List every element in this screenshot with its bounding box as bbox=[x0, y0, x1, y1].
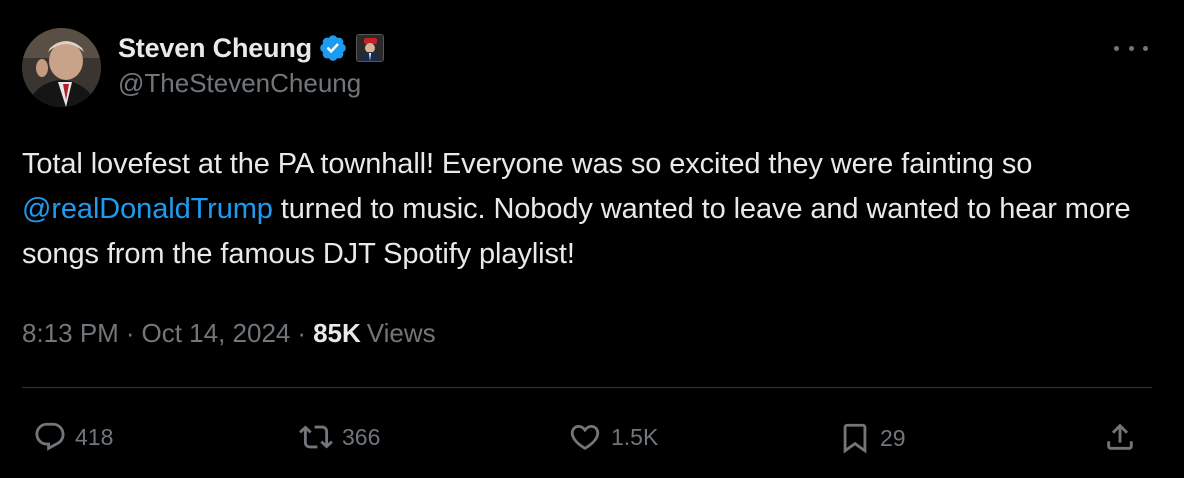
views-label: Views bbox=[366, 318, 436, 348]
tweet-meta: 8:13 PM · Oct 14, 2024 · 85K Views bbox=[22, 318, 436, 349]
handle[interactable]: @TheStevenCheung bbox=[118, 68, 384, 99]
affiliate-badge-icon[interactable] bbox=[355, 34, 384, 62]
tweet-date[interactable]: Oct 14, 2024 bbox=[142, 318, 291, 349]
heart-icon bbox=[570, 424, 600, 450]
divider bbox=[22, 387, 1152, 388]
share-icon bbox=[1107, 423, 1133, 450]
display-name[interactable]: Steven Cheung bbox=[118, 33, 312, 64]
share-button[interactable] bbox=[1103, 420, 1137, 454]
avatar[interactable] bbox=[22, 28, 101, 107]
name-row: Steven Cheung bbox=[118, 30, 384, 66]
views-count: 85K bbox=[313, 318, 361, 348]
tweet-text-part1: Total lovefest at the PA townhall! Every… bbox=[22, 148, 1033, 180]
bookmark-icon bbox=[843, 423, 867, 454]
repost-count: 366 bbox=[342, 423, 381, 450]
reply-count: 418 bbox=[75, 423, 114, 450]
meta-separator: · bbox=[297, 318, 307, 348]
author-info: Steven Cheung @TheStevenCheung bbox=[118, 30, 384, 99]
bookmark-button[interactable]: 29 bbox=[838, 420, 906, 456]
more-dot bbox=[1128, 45, 1134, 51]
bookmark-count: 29 bbox=[880, 424, 906, 451]
action-bar: 418 366 1.5K 29 bbox=[0, 410, 1184, 466]
verified-badge-icon[interactable] bbox=[318, 33, 348, 63]
more-dot bbox=[1143, 45, 1148, 51]
reply-button[interactable]: 418 bbox=[33, 420, 113, 454]
reply-icon bbox=[35, 422, 65, 451]
tweet-card: Steven Cheung @TheStevenCheung Total lov… bbox=[0, 0, 1184, 478]
tweet-text: Total lovefest at the PA townhall! Every… bbox=[22, 142, 1152, 277]
tweet-time[interactable]: 8:13 PM bbox=[22, 318, 119, 349]
like-button[interactable]: 1.5K bbox=[567, 420, 658, 454]
like-count: 1.5K bbox=[611, 423, 659, 450]
more-horizontal-icon[interactable] bbox=[1114, 36, 1148, 60]
mention-link[interactable]: @realDonaldTrump bbox=[22, 193, 273, 225]
repost-icon bbox=[299, 425, 333, 449]
meta-separator: · bbox=[125, 318, 135, 348]
more-dot bbox=[1114, 45, 1119, 51]
avatar-photo bbox=[22, 28, 101, 107]
repost-button[interactable]: 366 bbox=[298, 420, 380, 454]
